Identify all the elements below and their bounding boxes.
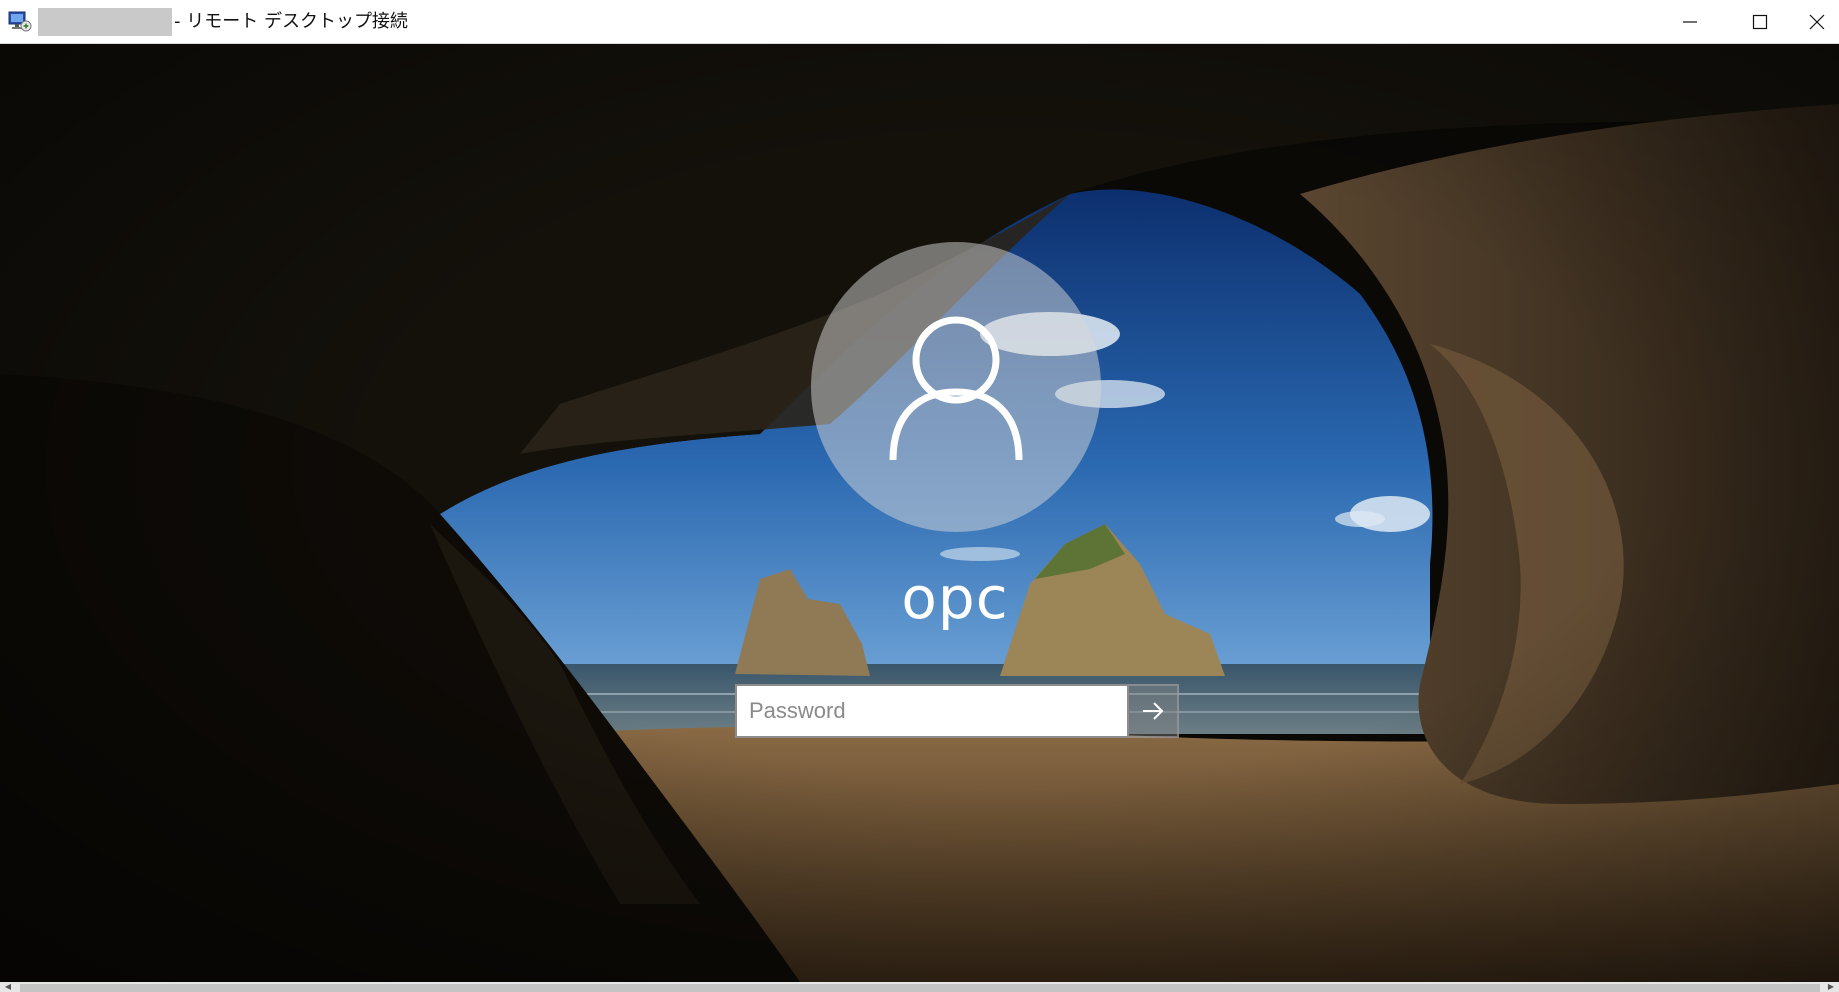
lock-screen: opc xyxy=(0,44,1839,982)
close-button[interactable] xyxy=(1795,0,1839,44)
arrow-right-icon xyxy=(1143,702,1164,720)
maximize-icon xyxy=(1752,14,1768,30)
title-bar[interactable]: - リモート デスクトップ接続 xyxy=(0,0,1839,44)
minimize-icon xyxy=(1683,21,1697,23)
remote-desktop-icon[interactable] xyxy=(8,10,32,32)
user-icon xyxy=(889,316,1023,461)
scroll-left-icon[interactable]: ◀ xyxy=(2,982,14,992)
user-avatar xyxy=(811,242,1101,532)
password-input[interactable] xyxy=(735,684,1129,738)
login-form xyxy=(735,684,1179,738)
minimize-button[interactable] xyxy=(1655,0,1725,44)
scroll-right-icon[interactable]: ▶ xyxy=(1825,982,1837,992)
maximize-button[interactable] xyxy=(1725,0,1795,44)
scrollbar-thumb[interactable] xyxy=(20,984,1820,992)
username-label: opc xyxy=(901,564,1009,632)
close-icon xyxy=(1809,14,1825,30)
submit-button[interactable] xyxy=(1129,684,1179,738)
remote-desktop-window: - リモート デスクトップ接続 opc ◀ ▶ xyxy=(0,0,1839,992)
horizontal-scrollbar[interactable]: ◀ ▶ xyxy=(0,982,1839,992)
window-title: - リモート デスクトップ接続 xyxy=(174,11,408,32)
redacted-host-name xyxy=(38,8,172,36)
